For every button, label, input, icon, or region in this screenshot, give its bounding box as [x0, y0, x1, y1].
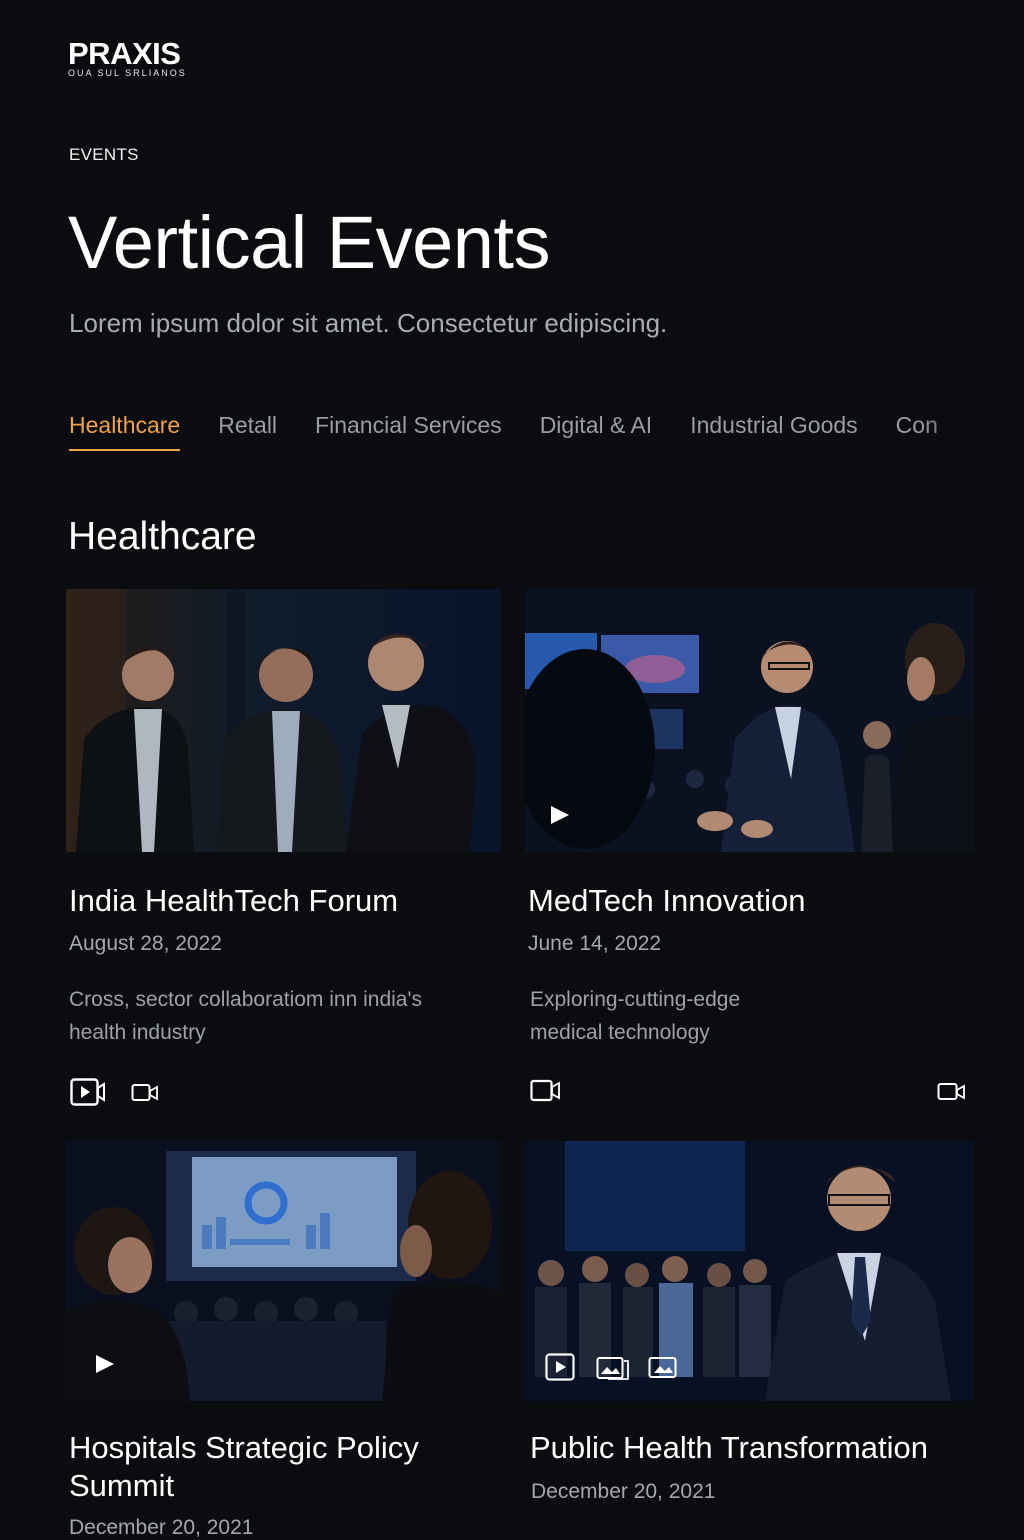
event-date: August 28, 2022	[69, 932, 222, 955]
brand-tagline: OUA SUL SRLIANOS	[68, 68, 187, 78]
video-play-icon[interactable]	[70, 1078, 106, 1106]
event-date: December 20, 2021	[69, 1516, 254, 1539]
play-icon[interactable]	[92, 1352, 118, 1376]
category-tabs: Healthcare Retall Financial Services Digita…	[69, 412, 1009, 462]
tab-retail[interactable]: Retall	[218, 412, 277, 451]
event-image[interactable]	[66, 589, 501, 852]
section-title: Healthcare	[68, 515, 257, 558]
event-title[interactable]: Hospitals Strategic Policy Summit	[69, 1429, 489, 1505]
gallery-icon[interactable]	[596, 1355, 630, 1381]
tab-financial-services[interactable]: Financial Services	[315, 412, 502, 451]
page-eyebrow: EVENTS	[69, 145, 139, 164]
brand-logo[interactable]: PRAXIS OUA SUL SRLIANOS	[68, 36, 187, 79]
event-title[interactable]: MedTech Innovation	[528, 882, 968, 920]
play-icon[interactable]	[547, 803, 573, 827]
page-subtitle: Lorem ipsum dolor sit amet. Consectetur …	[69, 308, 668, 338]
event-image[interactable]	[525, 589, 974, 852]
event-date: June 14, 2022	[528, 932, 662, 955]
event-description: Cross, sector collaboratiom inn india's …	[69, 988, 422, 1044]
video-camera-icon[interactable]	[937, 1082, 967, 1102]
tab-digital-ai[interactable]: Digital & AI	[540, 412, 653, 451]
video-camera-icon[interactable]	[131, 1083, 159, 1103]
event-date: December 20, 2021	[531, 1480, 716, 1503]
event-image[interactable]	[525, 1141, 974, 1401]
video-camera-icon[interactable]	[530, 1079, 562, 1103]
brand-name: PRAXIS	[68, 36, 181, 71]
tabs-fade	[919, 412, 1009, 462]
event-title[interactable]: India HealthTech Forum	[69, 882, 499, 920]
image-icon[interactable]	[648, 1356, 678, 1380]
event-image[interactable]	[66, 1141, 501, 1401]
event-title[interactable]: Public Health Transformation	[530, 1429, 990, 1467]
event-description: Exploring-cutting-edge medical technolog…	[530, 988, 741, 1044]
tab-healthcare[interactable]: Healthcare	[69, 412, 181, 451]
page-title: Vertical Events	[68, 201, 550, 284]
tab-industrial-goods[interactable]: Industrial Goods	[690, 412, 857, 451]
play-icon[interactable]	[545, 1353, 575, 1381]
